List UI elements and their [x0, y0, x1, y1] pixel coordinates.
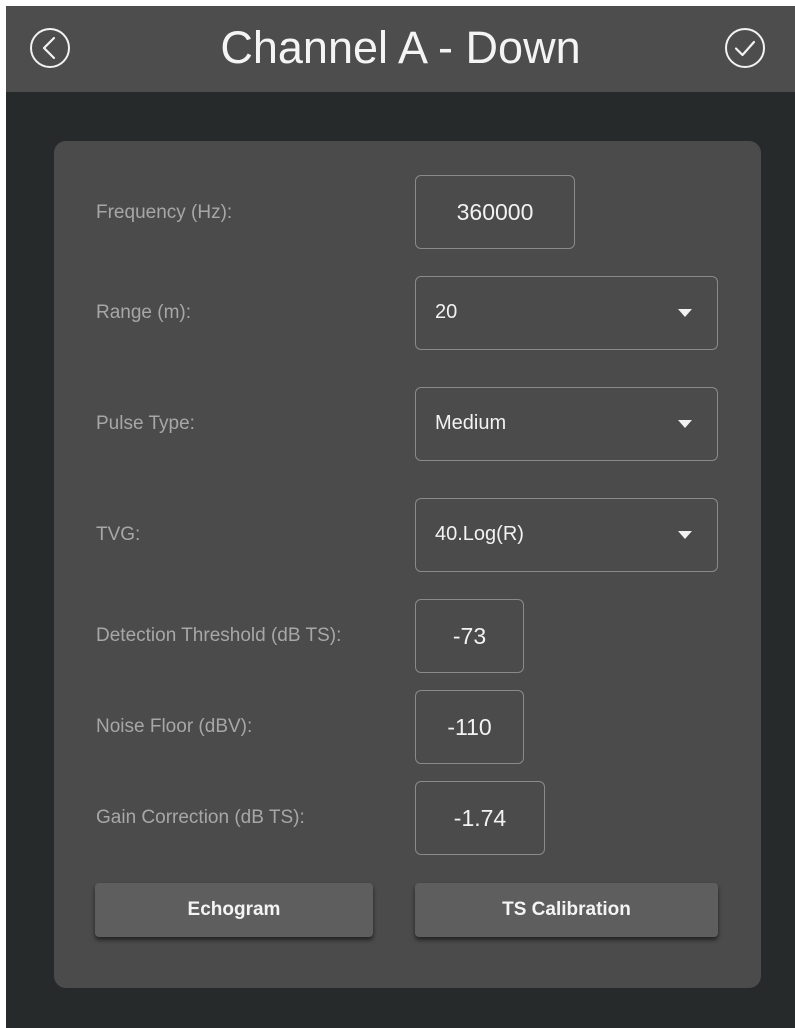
- title-bar: Channel A - Down: [6, 6, 795, 92]
- settings-panel: Frequency (Hz): 360000 Range (m): 20 Pul…: [54, 141, 761, 988]
- range-value: 20: [435, 301, 458, 323]
- detection-threshold-input[interactable]: -73: [415, 599, 524, 673]
- range-label: Range (m):: [96, 302, 192, 323]
- page-title: Channel A - Down: [220, 22, 581, 73]
- chevron-down-icon: [678, 420, 692, 428]
- pulse-type-select[interactable]: Medium: [415, 387, 718, 461]
- chevron-down-icon: [678, 531, 692, 539]
- tvg-select[interactable]: 40.Log(R): [415, 498, 718, 572]
- ts-calibration-button[interactable]: TS Calibration: [415, 883, 718, 937]
- gain-correction-input[interactable]: -1.74: [415, 781, 545, 855]
- noise-floor-value: -110: [447, 713, 492, 740]
- detection-threshold-label: Detection Threshold (dB TS):: [96, 625, 342, 646]
- tvg-value: 40.Log(R): [435, 523, 524, 545]
- tvg-label: TVG:: [96, 524, 141, 545]
- chevron-down-icon: [678, 309, 692, 317]
- noise-floor-label: Noise Floor (dBV):: [96, 716, 253, 737]
- pulse-type-label: Pulse Type:: [96, 413, 195, 434]
- frequency-label: Frequency (Hz):: [96, 202, 233, 223]
- gain-correction-label: Gain Correction (dB TS):: [96, 807, 305, 828]
- pulse-type-value: Medium: [435, 412, 507, 434]
- range-select[interactable]: 20: [415, 276, 718, 350]
- app-window: Channel A - Down Frequency (Hz): 360000 …: [6, 6, 795, 1028]
- check-circle-icon[interactable]: [724, 27, 766, 69]
- frequency-input[interactable]: 360000: [415, 175, 575, 249]
- gain-correction-value: -1.74: [453, 804, 507, 831]
- echogram-button[interactable]: Echogram: [95, 883, 373, 937]
- noise-floor-input[interactable]: -110: [415, 690, 524, 764]
- detection-threshold-value: -73: [452, 622, 487, 649]
- frequency-value: 360000: [456, 198, 534, 225]
